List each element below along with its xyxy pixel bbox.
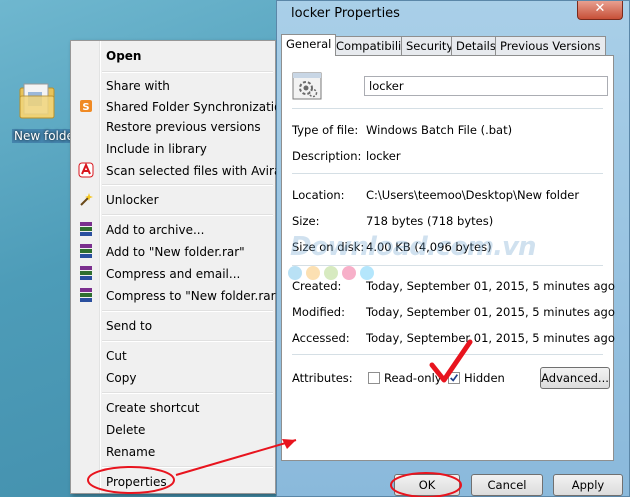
context-menu: Open Share with S Shared Folder Synchron… bbox=[70, 40, 297, 494]
location-label: Location: bbox=[292, 188, 345, 202]
menu-item-add-archive[interactable]: Add to archive... bbox=[106, 223, 204, 237]
menu-item-compress-email[interactable]: Compress and email... bbox=[106, 267, 240, 281]
watermark-dots bbox=[288, 266, 378, 283]
wand-icon bbox=[80, 193, 93, 206]
tab-details[interactable]: Details bbox=[451, 36, 501, 55]
watermark: Download.com.vn bbox=[290, 232, 536, 262]
type-of-file-label: Type of file: bbox=[292, 123, 359, 137]
menu-item-restore-previous[interactable]: Restore previous versions bbox=[106, 120, 261, 134]
hidden-label: Hidden bbox=[464, 371, 505, 385]
accessed-value: Today, September 01, 2015, 5 minutes ago bbox=[366, 331, 615, 345]
apply-button[interactable]: Apply bbox=[553, 474, 623, 496]
folder-icon bbox=[19, 83, 55, 119]
menu-separator bbox=[102, 310, 273, 312]
tab-previous-versions[interactable]: Previous Versions bbox=[495, 36, 606, 55]
created-value: Today, September 01, 2015, 5 minutes ago bbox=[366, 279, 615, 293]
menu-item-include-library[interactable]: Include in library bbox=[106, 142, 207, 156]
menu-item-create-shortcut[interactable]: Create shortcut bbox=[106, 401, 199, 415]
menu-item-add-to-rar[interactable]: Add to "New folder.rar" bbox=[106, 245, 245, 259]
avira-icon bbox=[78, 162, 94, 178]
readonly-label: Read-only bbox=[384, 371, 442, 385]
description-value: locker bbox=[366, 149, 401, 163]
attributes-label: Attributes: bbox=[292, 371, 353, 385]
menu-item-send-to[interactable]: Send to bbox=[106, 319, 152, 333]
size-label: Size: bbox=[292, 214, 320, 228]
menu-item-properties[interactable]: Properties bbox=[106, 475, 167, 489]
cancel-button[interactable]: Cancel bbox=[471, 474, 543, 496]
ok-button[interactable]: OK bbox=[394, 474, 460, 496]
menu-separator bbox=[102, 71, 273, 73]
close-button[interactable]: ✕ bbox=[577, 1, 623, 20]
winrar-icon bbox=[80, 244, 92, 258]
modified-value: Today, September 01, 2015, 5 minutes ago bbox=[366, 305, 615, 319]
size-value: 718 bytes (718 bytes) bbox=[366, 214, 494, 228]
readonly-checkbox[interactable] bbox=[368, 372, 380, 384]
close-icon: ✕ bbox=[594, 1, 606, 16]
divider bbox=[292, 173, 603, 174]
menu-item-delete[interactable]: Delete bbox=[106, 423, 145, 437]
location-value: C:\Users\teemoo\Desktop\New folder bbox=[366, 188, 580, 202]
winrar-icon bbox=[80, 222, 92, 236]
accessed-label: Accessed: bbox=[292, 331, 350, 345]
divider bbox=[292, 354, 603, 355]
menu-item-cut[interactable]: Cut bbox=[106, 349, 127, 363]
menu-separator bbox=[102, 392, 273, 394]
file-name-input[interactable]: locker bbox=[364, 76, 608, 96]
menu-item-unlocker[interactable]: Unlocker bbox=[106, 193, 159, 207]
tab-general[interactable]: General bbox=[281, 34, 337, 56]
advanced-button[interactable]: Advanced... bbox=[540, 367, 610, 389]
menu-item-open[interactable]: Open bbox=[106, 49, 141, 63]
svg-text:S: S bbox=[82, 102, 89, 113]
modified-label: Modified: bbox=[292, 305, 345, 319]
menu-item-shared-folder-sync[interactable]: Shared Folder Synchronization bbox=[106, 100, 289, 114]
menu-item-copy[interactable]: Copy bbox=[106, 371, 136, 385]
divider bbox=[292, 108, 603, 109]
winrar-icon bbox=[80, 266, 92, 280]
desktop-folder-icon[interactable]: New folder bbox=[6, 76, 81, 146]
sync-icon: S bbox=[80, 100, 92, 113]
menu-separator bbox=[102, 184, 273, 186]
winrar-icon bbox=[80, 288, 92, 302]
menu-item-compress-to-rar[interactable]: Compress to "New folder.rar" ar bbox=[106, 289, 297, 303]
dialog-title: locker Properties bbox=[291, 6, 400, 21]
menu-separator bbox=[102, 214, 273, 216]
menu-separator bbox=[102, 340, 273, 342]
check-icon bbox=[450, 374, 459, 382]
menu-item-share-with[interactable]: Share with bbox=[106, 79, 170, 93]
menu-item-rename[interactable]: Rename bbox=[106, 445, 155, 459]
menu-separator bbox=[102, 466, 273, 468]
tab-security[interactable]: Security bbox=[401, 36, 459, 55]
description-label: Description: bbox=[292, 149, 362, 163]
batch-file-icon bbox=[292, 72, 322, 100]
hidden-checkbox[interactable] bbox=[448, 372, 460, 384]
menu-item-scan-avira[interactable]: Scan selected files with Avira bbox=[106, 164, 281, 178]
type-of-file-value: Windows Batch File (.bat) bbox=[366, 123, 513, 137]
